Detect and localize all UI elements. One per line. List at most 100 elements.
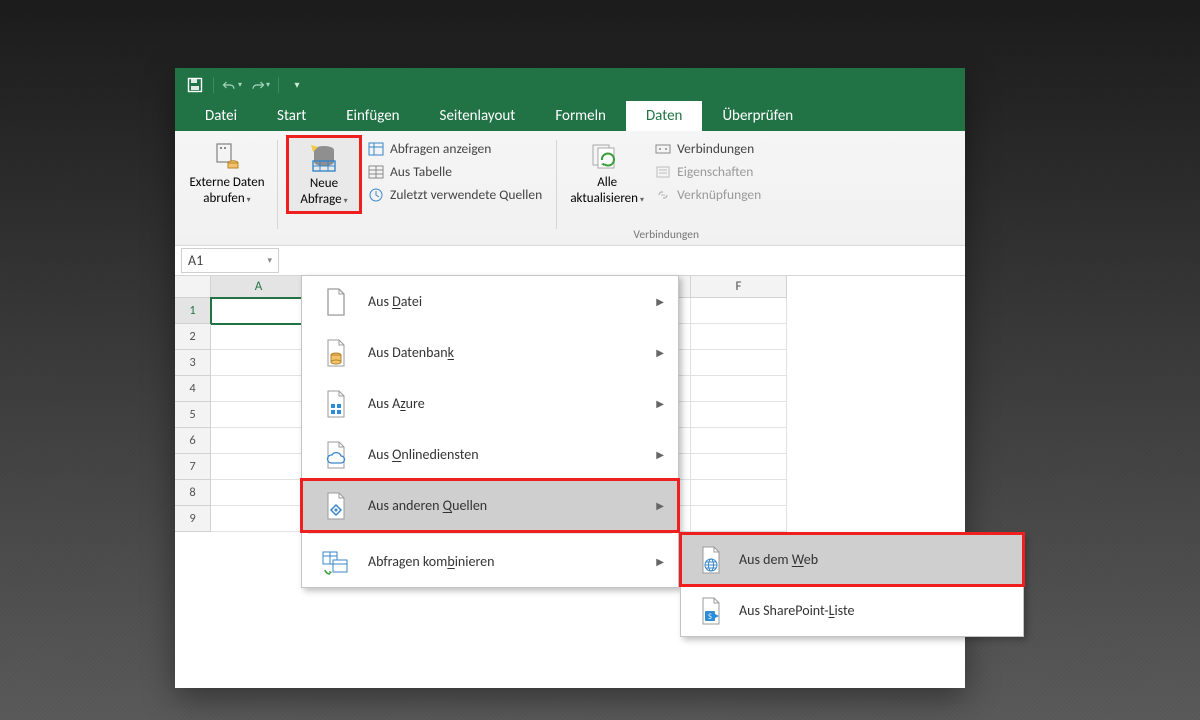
cell[interactable] bbox=[211, 350, 307, 376]
cell[interactable] bbox=[691, 350, 787, 376]
recent-sources-icon bbox=[368, 187, 384, 203]
submenu-item[interactable]: SAus SharePoint-Liste bbox=[681, 585, 1023, 636]
cell[interactable] bbox=[691, 298, 787, 324]
connections-icon bbox=[655, 141, 671, 157]
zuletzt-verwendete-quellen-button[interactable]: Zuletzt verwendete Quellen bbox=[364, 185, 546, 204]
row-header[interactable]: 3 bbox=[175, 350, 211, 376]
sp-icon: S bbox=[699, 596, 723, 626]
cell[interactable] bbox=[211, 298, 307, 324]
cell[interactable] bbox=[691, 402, 787, 428]
row-header[interactable]: 4 bbox=[175, 376, 211, 402]
row-header[interactable]: 5 bbox=[175, 402, 211, 428]
abfragen-anzeigen-button[interactable]: Abfragen anzeigen bbox=[364, 139, 546, 158]
tab-ueberpruefen[interactable]: Überprüfen bbox=[702, 101, 813, 131]
cell[interactable] bbox=[691, 428, 787, 454]
properties-icon bbox=[655, 164, 671, 180]
cell[interactable] bbox=[691, 376, 787, 402]
redo-icon[interactable]: ▾ bbox=[250, 75, 270, 95]
tab-start[interactable]: Start bbox=[257, 101, 326, 131]
submenu-arrow-icon: ▶ bbox=[656, 499, 664, 512]
menu-item[interactable]: Aus Datei ▶ bbox=[302, 276, 678, 327]
combine-icon bbox=[320, 543, 352, 581]
submenu-arrow-icon: ▶ bbox=[656, 346, 664, 359]
row-header[interactable]: 2 bbox=[175, 324, 211, 350]
menu-item[interactable]: Aus Onlinediensten▶ bbox=[302, 429, 678, 480]
neue-abfrage-label-1: Neue bbox=[310, 177, 338, 191]
menu-item-label: Aus Azure bbox=[368, 395, 425, 412]
quick-access-toolbar: ▾ ▾ ▾ bbox=[175, 68, 965, 101]
cell[interactable] bbox=[211, 376, 307, 402]
label: Eigenschaften bbox=[677, 163, 753, 180]
diamond-icon bbox=[320, 487, 352, 525]
excel-window: ▾ ▾ ▾ Datei Start Einfügen Seitenlayout … bbox=[175, 68, 965, 688]
file-icon bbox=[320, 283, 352, 321]
qat-separator bbox=[278, 77, 279, 93]
menu-item[interactable]: Aus Azure ▶ bbox=[302, 378, 678, 429]
cell[interactable] bbox=[211, 480, 307, 506]
cloud-icon bbox=[320, 436, 352, 474]
save-icon[interactable] bbox=[185, 75, 205, 95]
submenu-item[interactable]: Aus dem Web bbox=[681, 534, 1023, 585]
alle-aktualisieren-button[interactable]: Alle aktualisieren▾ bbox=[567, 137, 647, 210]
svg-text:S: S bbox=[708, 612, 712, 622]
web-icon bbox=[699, 545, 723, 575]
cell[interactable] bbox=[691, 480, 787, 506]
cell[interactable] bbox=[691, 506, 787, 532]
refresh-all-icon bbox=[590, 140, 624, 174]
col-header[interactable]: A bbox=[211, 276, 307, 298]
tab-formeln[interactable]: Formeln bbox=[535, 101, 626, 131]
select-all-corner[interactable] bbox=[175, 276, 211, 298]
submenu-arrow-icon: ▶ bbox=[656, 295, 664, 308]
tab-seitenlayout[interactable]: Seitenlayout bbox=[420, 101, 536, 131]
tab-einfuegen[interactable]: Einfügen bbox=[326, 101, 419, 131]
cell[interactable] bbox=[691, 454, 787, 480]
group-verbindungen: Alle aktualisieren▾ Verbindungen Eigensc… bbox=[561, 137, 771, 244]
menu-item[interactable]: Abfragen kombinieren▶ bbox=[302, 536, 678, 587]
cell[interactable] bbox=[211, 428, 307, 454]
row-header[interactable]: 7 bbox=[175, 454, 211, 480]
menu-item[interactable]: Aus anderen Quellen ▶ bbox=[302, 480, 678, 531]
menu-item-label: Aus Datei bbox=[368, 293, 422, 310]
cell[interactable] bbox=[211, 324, 307, 350]
name-box-dropdown-icon[interactable]: ▾ bbox=[267, 255, 272, 266]
row-header[interactable]: 9 bbox=[175, 506, 211, 532]
cell[interactable] bbox=[211, 454, 307, 480]
cell[interactable] bbox=[211, 402, 307, 428]
cell[interactable] bbox=[691, 324, 787, 350]
menu-item-label: Aus Datenbank bbox=[368, 344, 454, 361]
menu-separator bbox=[308, 533, 672, 534]
tab-daten[interactable]: Daten bbox=[626, 101, 702, 131]
externe-daten-abrufen-button[interactable]: Externe Daten abrufen▾ bbox=[187, 137, 267, 210]
aus-tabelle-button[interactable]: Aus Tabelle bbox=[364, 162, 546, 181]
label: Abfragen anzeigen bbox=[390, 140, 491, 157]
name-box[interactable]: A1 ▾ bbox=[181, 248, 279, 273]
neue-abfrage-button[interactable]: Neue Abfrage▾ bbox=[288, 137, 360, 212]
neue-abfrage-label-2: Abfrage▾ bbox=[300, 193, 347, 208]
submenu-arrow-icon: ▶ bbox=[656, 555, 664, 568]
menu-item[interactable]: Aus Datenbank ▶ bbox=[302, 327, 678, 378]
new-query-icon bbox=[307, 141, 341, 175]
connections-small-buttons: Verbindungen Eigenschaften Verknüpfungen bbox=[651, 137, 765, 204]
name-box-value: A1 bbox=[188, 252, 203, 269]
row-header[interactable]: 8 bbox=[175, 480, 211, 506]
show-queries-icon bbox=[368, 141, 384, 157]
eigenschaften-button: Eigenschaften bbox=[651, 162, 765, 181]
aus-anderen-quellen-submenu: Aus dem Web SAus SharePoint-Liste bbox=[680, 533, 1024, 637]
verbindungen-button[interactable]: Verbindungen bbox=[651, 139, 765, 158]
submenu-arrow-icon: ▶ bbox=[656, 397, 664, 410]
undo-icon[interactable]: ▾ bbox=[222, 75, 242, 95]
formula-bar: A1 ▾ bbox=[175, 246, 965, 276]
label: Verbindungen bbox=[677, 140, 754, 157]
group-abrufen-transformieren: Neue Abfrage▾ Abfragen anzeigen Aus Tabe… bbox=[282, 137, 552, 244]
col-header[interactable]: F bbox=[691, 276, 787, 298]
ribbon-separator bbox=[556, 140, 557, 229]
row-header[interactable]: 6 bbox=[175, 428, 211, 454]
cell[interactable] bbox=[211, 506, 307, 532]
tab-datei[interactable]: Datei bbox=[185, 101, 257, 131]
links-icon bbox=[655, 187, 671, 203]
qat-customize-icon[interactable]: ▾ bbox=[287, 75, 307, 95]
submenu-item-label: Aus dem Web bbox=[739, 551, 818, 568]
menu-item-label: Aus anderen Quellen bbox=[368, 497, 487, 514]
ribbon-separator bbox=[277, 140, 278, 229]
row-header[interactable]: 1 bbox=[175, 298, 211, 324]
